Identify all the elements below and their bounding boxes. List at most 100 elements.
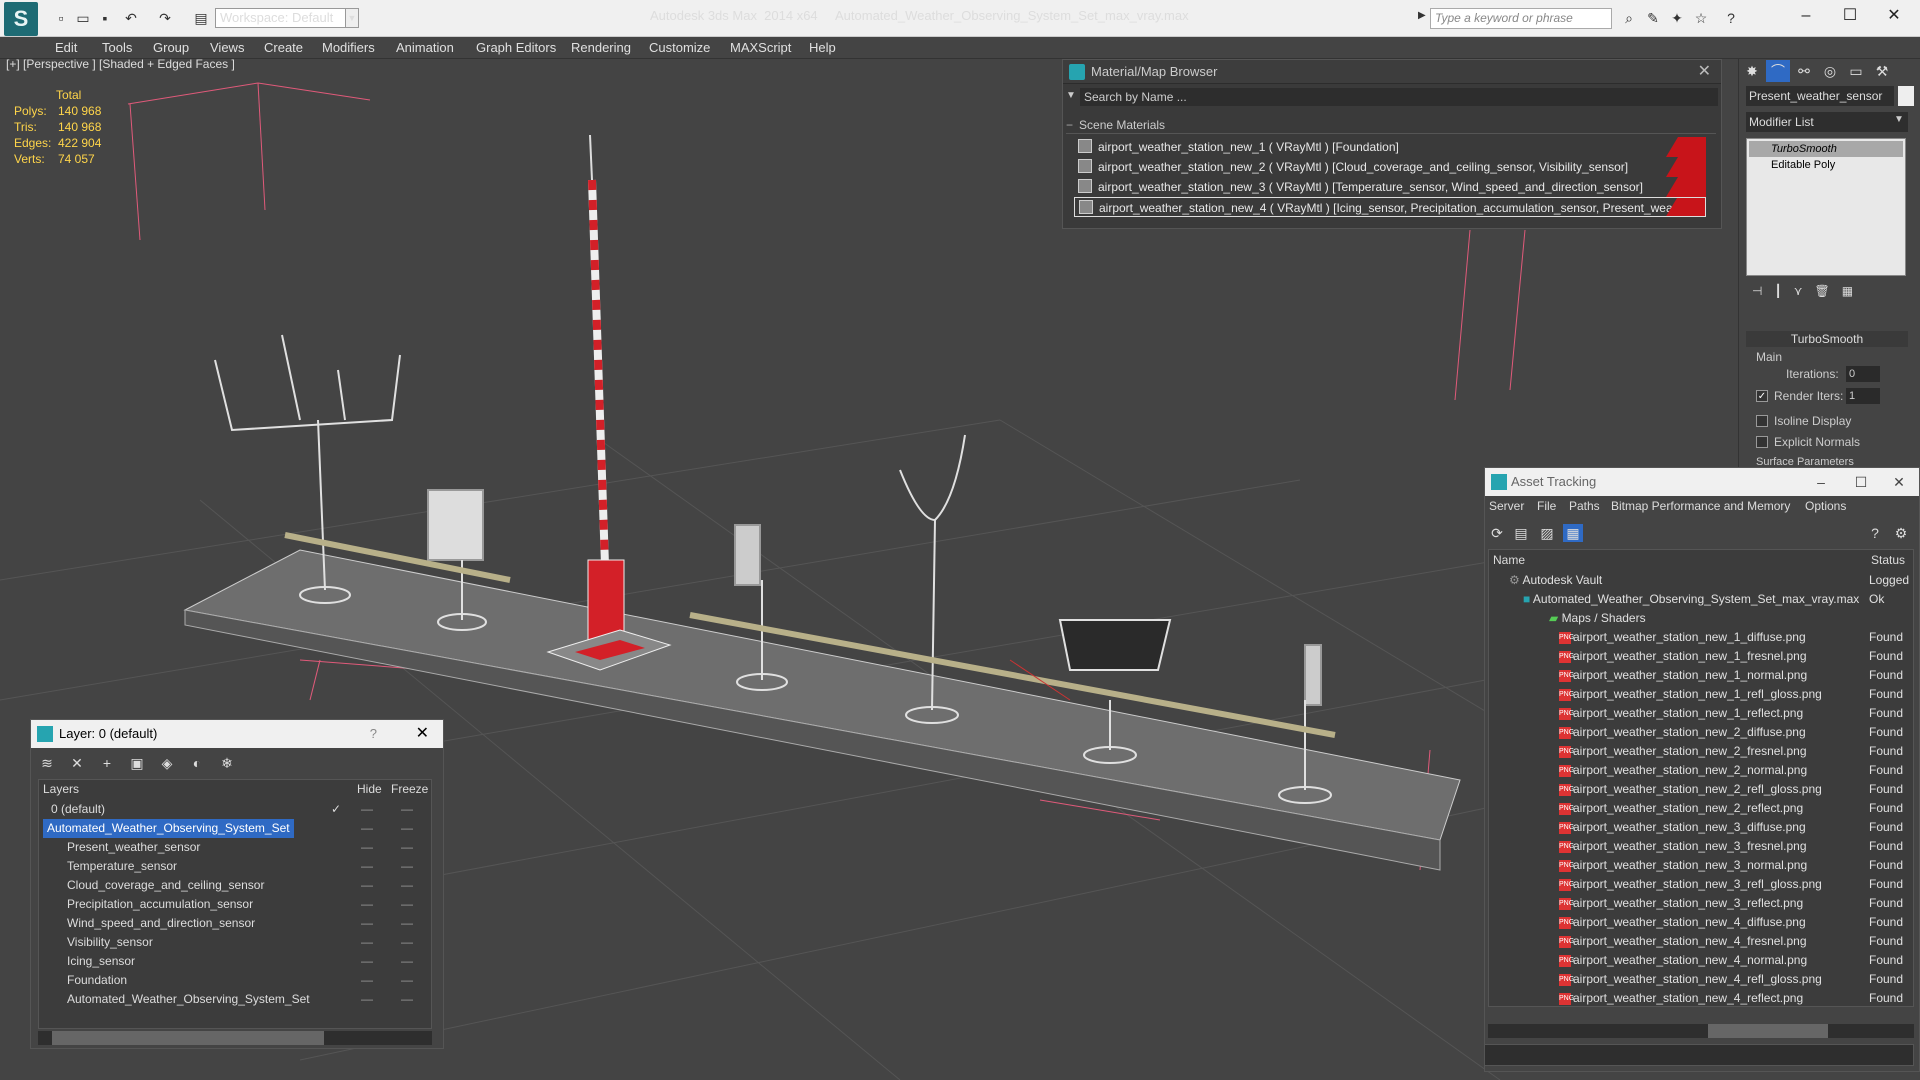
layer-window-titlebar[interactable]: Layer: 0 (default)? ✕ <box>31 720 443 748</box>
collapse-icon[interactable]: − <box>1066 118 1073 132</box>
asset-row[interactable]: PNGairport_weather_station_new_3_normal.… <box>1489 856 1913 875</box>
pin-stack-icon[interactable]: ⊣ <box>1752 284 1762 306</box>
menu-edit[interactable]: Edit <box>55 40 77 55</box>
asset-row[interactable]: PNGairport_weather_station_new_2_diffuse… <box>1489 723 1913 742</box>
project-folder-icon[interactable]: ▤ <box>192 9 210 27</box>
menu-rendering[interactable]: Rendering <box>571 40 631 55</box>
material-item[interactable]: airport_weather_station_new_1 ( VRayMtl … <box>1074 137 1706 157</box>
layer-object-row[interactable]: Visibility_sensor — — <box>39 933 431 952</box>
display-tab-icon[interactable]: ▭ <box>1844 60 1868 82</box>
layer-object-row[interactable]: Icing_sensor — — <box>39 952 431 971</box>
freeze-toggle[interactable]: — <box>401 990 413 1009</box>
menu-create[interactable]: Create <box>264 40 303 55</box>
close-icon[interactable]: ✕ <box>416 720 429 748</box>
list-view-icon[interactable]: ▤ <box>1511 524 1531 542</box>
favorites-icon[interactable]: ✦ <box>1668 9 1686 27</box>
asset-row[interactable]: PNGairport_weather_station_new_2_fresnel… <box>1489 742 1913 761</box>
asset-row[interactable]: PNGairport_weather_station_new_3_diffuse… <box>1489 818 1913 837</box>
hide-toggle[interactable]: — <box>361 800 373 819</box>
freeze-all-icon[interactable]: ❄ <box>217 754 237 772</box>
new-file-icon[interactable]: ▫ <box>52 9 70 27</box>
help-icon[interactable]: ? <box>370 720 377 748</box>
freeze-toggle[interactable]: — <box>401 876 413 895</box>
star-icon[interactable]: ☆ <box>1692 9 1710 27</box>
close-icon[interactable]: ✕ <box>1698 60 1711 84</box>
menu-options[interactable]: Options <box>1805 499 1846 513</box>
column-freeze[interactable]: Freeze <box>391 782 428 796</box>
minimize-button[interactable]: – <box>1786 4 1826 28</box>
isoline-checkbox[interactable] <box>1756 415 1768 427</box>
asset-row[interactable]: PNGairport_weather_station_new_1_fresnel… <box>1489 647 1913 666</box>
asset-row[interactable]: PNGairport_weather_station_new_3_reflect… <box>1489 894 1913 913</box>
asset-row[interactable]: PNGairport_weather_station_new_3_refl_gl… <box>1489 875 1913 894</box>
close-button[interactable]: ✕ <box>1874 4 1914 28</box>
hide-toggle[interactable]: — <box>361 895 373 914</box>
layer-object-row[interactable]: Precipitation_accumulation_sensor — — <box>39 895 431 914</box>
hide-toggle[interactable]: — <box>361 933 373 952</box>
render-iters-checkbox[interactable]: ✓ <box>1756 390 1768 402</box>
motion-tab-icon[interactable]: ◎ <box>1818 60 1842 82</box>
stack-item-editable-poly[interactable]: Editable Poly <box>1749 157 1903 173</box>
help-search-input[interactable]: Type a keyword or phrase <box>1430 8 1612 29</box>
binoculars-icon[interactable]: ⌕ <box>1620 9 1638 27</box>
refresh-icon[interactable]: ⟳ <box>1487 524 1507 542</box>
menu-modifiers[interactable]: Modifiers <box>322 40 375 55</box>
menu-help[interactable]: Help <box>809 40 836 55</box>
asset-row[interactable]: PNGairport_weather_station_new_4_fresnel… <box>1489 932 1913 951</box>
asset-row[interactable]: PNGairport_weather_station_new_1_normal.… <box>1489 666 1913 685</box>
layer-object-row[interactable]: Foundation — — <box>39 971 431 990</box>
hide-toggle[interactable]: — <box>361 857 373 876</box>
viewport-label[interactable]: [+] [Perspective ] [Shaded + Edged Faces… <box>6 57 235 71</box>
turbosmooth-rollout-header[interactable]: TurboSmooth <box>1746 331 1908 347</box>
remove-modifier-icon[interactable]: 🗑 <box>1814 284 1829 306</box>
asset-row[interactable]: PNGairport_weather_station_new_4_diffuse… <box>1489 913 1913 932</box>
utilities-tab-icon[interactable]: ⚒ <box>1870 60 1894 82</box>
modifier-list-dropdown[interactable]: Modifier List <box>1746 112 1908 132</box>
column-layers[interactable]: Layers <box>43 782 79 796</box>
help-icon[interactable]: ? <box>1722 9 1740 27</box>
hide-toggle[interactable]: — <box>361 952 373 971</box>
freeze-toggle[interactable]: — <box>401 952 413 971</box>
asset-row[interactable]: PNGairport_weather_station_new_2_reflect… <box>1489 799 1913 818</box>
freeze-toggle[interactable]: — <box>401 971 413 990</box>
create-tab-icon[interactable]: ✸ <box>1740 60 1764 82</box>
filter-icon[interactable]: ▼ <box>1066 90 1076 101</box>
settings-icon[interactable]: ⚙ <box>1891 524 1911 542</box>
highlight-layer-icon[interactable]: ◈ <box>157 754 177 772</box>
menu-views[interactable]: Views <box>210 40 244 55</box>
make-unique-icon[interactable]: ⋎ <box>1794 284 1803 306</box>
select-objects-icon[interactable]: ▣ <box>127 754 147 772</box>
modify-tab-icon[interactable]: ⌒ <box>1766 60 1790 82</box>
hide-toggle[interactable]: — <box>361 876 373 895</box>
app-logo-button[interactable]: S <box>4 2 38 36</box>
menu-paths[interactable]: Paths <box>1569 499 1600 513</box>
material-search-input[interactable]: Search by Name ... <box>1080 88 1718 106</box>
thumbnail-view-icon[interactable]: ▨ <box>1537 524 1557 542</box>
freeze-toggle[interactable]: — <box>401 933 413 952</box>
render-iters-spinner[interactable]: 1 <box>1846 388 1880 404</box>
layer-object-row[interactable]: Automated_Weather_Observing_System_Set — — <box>39 990 431 1009</box>
minimize-button[interactable]: – <box>1803 468 1839 496</box>
hide-toggle[interactable]: — <box>361 914 373 933</box>
asset-row[interactable]: PNGairport_weather_station_new_1_diffuse… <box>1489 628 1913 647</box>
maximize-button[interactable]: ☐ <box>1830 4 1870 28</box>
asset-row[interactable]: ▰ Maps / Shaders <box>1489 609 1913 628</box>
asset-row[interactable]: PNGairport_weather_station_new_3_fresnel… <box>1489 837 1913 856</box>
explicit-normals-checkbox[interactable] <box>1756 436 1768 448</box>
active-layer-check-icon[interactable]: ✓ <box>331 800 341 819</box>
show-end-result-icon[interactable]: ┃ <box>1774 284 1781 306</box>
material-browser-titlebar[interactable]: Material/Map Browser ✕ <box>1063 60 1721 84</box>
freeze-toggle[interactable]: — <box>401 800 413 819</box>
asset-row[interactable]: PNGairport_weather_station_new_4_reflect… <box>1489 989 1913 1008</box>
hierarchy-tab-icon[interactable]: ⚯ <box>1792 60 1816 82</box>
asset-row[interactable]: PNGairport_weather_station_new_4_refl_gl… <box>1489 970 1913 989</box>
layer-row-selected[interactable]: Automated_Weather_Observing_System_Set — — <box>39 819 431 838</box>
open-folder-icon[interactable]: ▭ <box>74 9 92 27</box>
scrollbar-thumb[interactable] <box>1708 1024 1828 1038</box>
layer-object-row[interactable]: Cloud_coverage_and_ceiling_sensor — — <box>39 876 431 895</box>
close-button[interactable]: ✕ <box>1881 468 1917 496</box>
freeze-toggle[interactable]: — <box>401 895 413 914</box>
scrollbar-thumb[interactable] <box>52 1031 324 1045</box>
table-view-icon[interactable]: ▦ <box>1563 524 1583 542</box>
menu-maxscript[interactable]: MAXScript <box>730 40 791 55</box>
